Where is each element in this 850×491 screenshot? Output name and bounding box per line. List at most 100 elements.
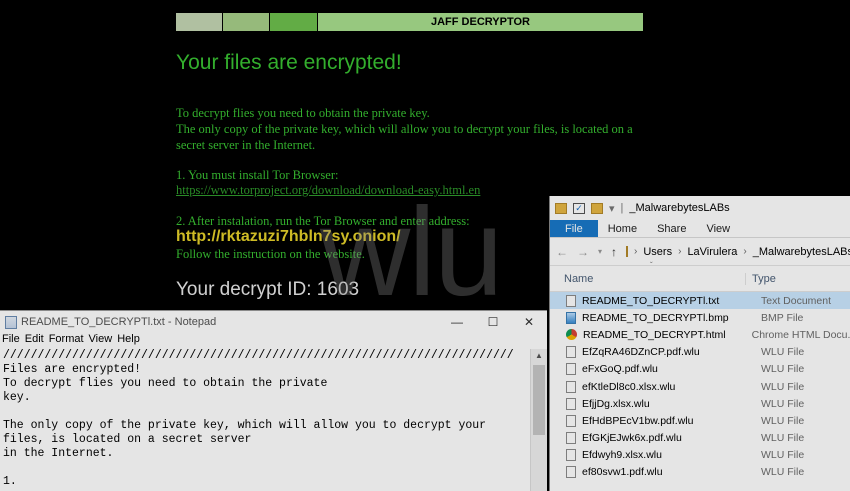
folder-icon <box>591 202 603 214</box>
text-line: 1. <box>3 475 17 488</box>
chrome-icon <box>566 329 577 341</box>
file-row[interactable]: README_TO_DECRYPT.html Chrome HTML Docu.… <box>550 326 850 343</box>
file-type: WLU File <box>761 346 805 359</box>
tab-share[interactable]: Share <box>647 220 696 237</box>
file-row[interactable]: README_TO_DECRYPTl.txt Text Document <box>550 292 850 310</box>
file-name: EfGKjEJwk6x.pdf.wlu <box>582 432 682 445</box>
text-line: files, is located on a secret server <box>3 433 252 446</box>
text-line: in the Internet. <box>3 447 114 460</box>
close-button[interactable]: ✕ <box>511 315 547 329</box>
ransom-heading: Your files are encrypted! <box>176 51 402 74</box>
watermark-text: wlu <box>320 183 504 322</box>
checkbox-icon[interactable]: ✓ <box>573 202 585 214</box>
file-row[interactable]: efKtleDl8c0.xlsx.wlu WLU File <box>550 378 850 395</box>
scrollbar-thumb[interactable] <box>533 365 545 435</box>
notepad-text-area[interactable]: ////////////////////////////////////////… <box>0 349 547 491</box>
breadcrumb-lavirulera[interactable]: LaVirulera <box>687 246 737 258</box>
text-line <box>3 461 547 475</box>
menu-format[interactable]: Format <box>49 333 84 349</box>
file-row[interactable]: EfjjDg.xlsx.wlu WLU File <box>550 395 850 412</box>
file-type: Text Document <box>761 294 832 307</box>
dropdown-icon[interactable]: ▾ <box>609 202 615 215</box>
column-type-label: Type <box>752 272 776 285</box>
file-row[interactable]: eFxGoQ.pdf.wlu WLU File <box>550 361 850 378</box>
folder-icon <box>626 246 629 257</box>
ransom-para-line: To decrypt flies you need to obtain the … <box>176 106 430 120</box>
bmp-icon <box>566 311 576 324</box>
file-type: WLU File <box>761 449 805 462</box>
text-line <box>3 405 547 419</box>
file-row[interactable]: EfHdBPEcV1bw.pdf.wlu WLU File <box>550 412 850 429</box>
menu-file[interactable]: File <box>2 333 20 349</box>
file-icon <box>566 449 576 462</box>
tab-view[interactable]: View <box>696 220 740 237</box>
file-name: eFxGoQ.pdf.wlu <box>582 363 658 376</box>
chevron-right-icon: › <box>678 246 682 257</box>
notepad-icon <box>5 315 17 329</box>
file-icon <box>566 363 576 376</box>
text-line: key. <box>3 391 31 404</box>
breadcrumb-users[interactable]: Users <box>643 246 672 258</box>
file-type: WLU File <box>761 466 805 479</box>
file-row[interactable]: EfZqRA46DZnCP.pdf.wlu WLU File <box>550 344 850 361</box>
file-icon <box>566 466 576 479</box>
file-row[interactable]: EfGKjEJwk6x.pdf.wlu WLU File <box>550 430 850 447</box>
banner-segment <box>270 13 318 31</box>
file-type: WLU File <box>761 432 805 445</box>
text-line: To decrypt flies you need to obtain the … <box>3 377 328 390</box>
minimize-button[interactable]: — <box>439 315 475 329</box>
file-name: efKtleDl8c0.xlsx.wlu <box>582 380 676 393</box>
file-name: README_TO_DECRYPTl.txt <box>582 294 720 307</box>
forward-arrow-icon[interactable]: → <box>577 245 589 259</box>
file-type: WLU File <box>761 363 805 376</box>
file-icon <box>566 346 576 359</box>
file-row[interactable]: Efdwyh9.xlsx.wlu WLU File <box>550 447 850 464</box>
notepad-menubar: File Edit Format View Help <box>0 333 547 349</box>
maximize-button[interactable]: ☐ <box>475 315 511 329</box>
menu-help[interactable]: Help <box>117 333 140 349</box>
notepad-scrollbar[interactable]: ▲ <box>530 349 547 491</box>
up-arrow-icon[interactable]: ↑ <box>611 245 617 259</box>
file-icon <box>566 414 576 427</box>
file-icon <box>566 432 576 445</box>
address-bar[interactable]: ← → ▾ ↑ › Users › LaVirulera › _Malwareb… <box>550 238 850 266</box>
explorer-ribbon: File Home Share View <box>550 220 850 238</box>
file-explorer-window[interactable]: ✓ ▾ | _MalwarebytesLABs File Home Share … <box>549 196 850 491</box>
notepad-window[interactable]: README_TO_DECRYPTl.txt - Notepad — ☐ ✕ F… <box>0 310 547 491</box>
column-name[interactable]: ˇ Name <box>550 261 745 285</box>
notepad-titlebar[interactable]: README_TO_DECRYPTl.txt - Notepad — ☐ ✕ <box>0 311 547 333</box>
file-type: BMP File <box>761 311 804 324</box>
menu-edit[interactable]: Edit <box>25 333 44 349</box>
scroll-up-icon[interactable]: ▲ <box>531 349 547 363</box>
file-list: README_TO_DECRYPTl.txt Text Document REA… <box>550 292 850 481</box>
recent-dropdown-icon[interactable]: ▾ <box>598 247 602 256</box>
file-row[interactable]: README_TO_DECRYPTl.bmp BMP File <box>550 309 850 326</box>
banner-segment <box>223 13 270 31</box>
chevron-right-icon: › <box>743 246 747 257</box>
ransom-para-line: secret server in the Internet. <box>176 138 316 152</box>
menu-view[interactable]: View <box>89 333 113 349</box>
explorer-titlebar[interactable]: ✓ ▾ | _MalwarebytesLABs <box>550 196 850 220</box>
file-name: Efdwyh9.xlsx.wlu <box>582 449 662 462</box>
column-type[interactable]: Type <box>745 272 776 285</box>
file-type: Chrome HTML Docu... <box>751 328 850 341</box>
file-row[interactable]: ef80svw1.pdf.wlu WLU File <box>550 464 850 481</box>
text-line: ////////////////////////////////////////… <box>3 349 514 362</box>
tab-file[interactable]: File <box>550 220 598 237</box>
file-list-header: ˇ Name Type <box>550 261 850 292</box>
file-icon <box>566 380 576 393</box>
file-name: EfHdBPEcV1bw.pdf.wlu <box>582 414 694 427</box>
banner-title: JAFF DECRYPTOR <box>318 13 643 31</box>
tab-home[interactable]: Home <box>598 220 647 237</box>
file-name: README_TO_DECRYPTl.bmp <box>582 311 729 324</box>
banner-segment <box>176 13 223 31</box>
back-arrow-icon[interactable]: ← <box>556 245 568 259</box>
file-icon <box>566 397 576 410</box>
file-name: EfZqRA46DZnCP.pdf.wlu <box>582 346 700 359</box>
ransom-para-line: The only copy of the private key, which … <box>176 122 633 136</box>
jaff-decryptor-banner: JAFF DECRYPTOR <box>176 13 643 31</box>
txt-icon <box>566 294 576 307</box>
file-name: README_TO_DECRYPT.html <box>583 328 726 341</box>
breadcrumb-current-folder[interactable]: _MalwarebytesLABs <box>753 246 850 258</box>
sort-indicator-icon: ˇ <box>650 260 653 270</box>
